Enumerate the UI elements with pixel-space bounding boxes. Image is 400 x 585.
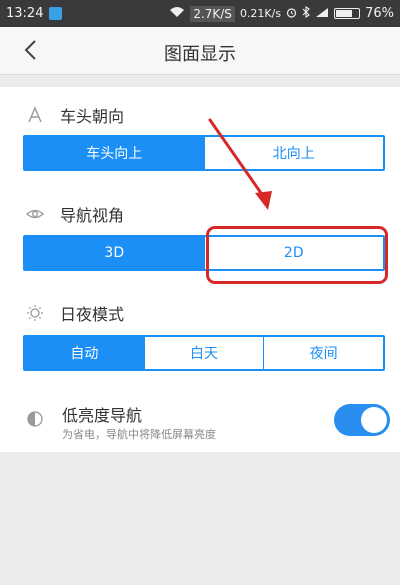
day-night-segmented: 自动 白天 夜间 (23, 335, 385, 371)
eye-icon (26, 205, 44, 223)
status-right: 2.7K/S 0.21K/s 76% (169, 5, 394, 22)
sun-icon (26, 304, 44, 322)
section-label: 日夜模式 (60, 305, 125, 324)
net-speed-secondary: 0.21K/s (239, 7, 282, 20)
compass-a-icon (26, 106, 44, 124)
status-time: 13:24 (6, 6, 44, 21)
section-day-night: 日夜模式 (26, 301, 124, 325)
alarm-icon (286, 7, 297, 21)
battery-percent: 76% (365, 6, 394, 21)
section-nav-view: 导航视角 (26, 202, 124, 226)
low-brightness-subtitle: 为省电，导航中将降低屏幕亮度 (62, 428, 216, 441)
toggle-knob (361, 407, 387, 433)
low-brightness-toggle[interactable] (334, 404, 390, 436)
heading-orientation-segmented: 车头向上 北向上 (23, 135, 385, 171)
status-bar: 13:24 2.7K/S 0.21K/s 76% (0, 0, 400, 27)
bluetooth-icon (302, 5, 310, 21)
brightness-half-icon (26, 410, 44, 428)
section-heading-orientation: 车头朝向 (26, 103, 124, 127)
section-label: 导航视角 (60, 206, 125, 225)
wifi-icon (169, 6, 185, 21)
battery-icon (334, 8, 361, 19)
net-speed: 2.7K/S (190, 5, 235, 22)
low-brightness-title: 低亮度导航 (62, 406, 143, 425)
page-title: 图面显示 (164, 44, 236, 65)
battery-level (336, 10, 353, 17)
title-bar: 图面显示 (0, 27, 400, 75)
annotation-highlight-box (206, 226, 388, 284)
option-car-up[interactable]: 车头向上 (25, 137, 205, 169)
option-north-up[interactable]: 北向上 (205, 137, 384, 169)
section-label: 车头朝向 (60, 107, 125, 126)
option-3d[interactable]: 3D (25, 237, 205, 269)
option-auto[interactable]: 自动 (25, 337, 145, 369)
option-day[interactable]: 白天 (145, 337, 265, 369)
app-notification-icon (49, 7, 63, 20)
option-night[interactable]: 夜间 (264, 337, 383, 369)
signal-icon (315, 7, 329, 21)
